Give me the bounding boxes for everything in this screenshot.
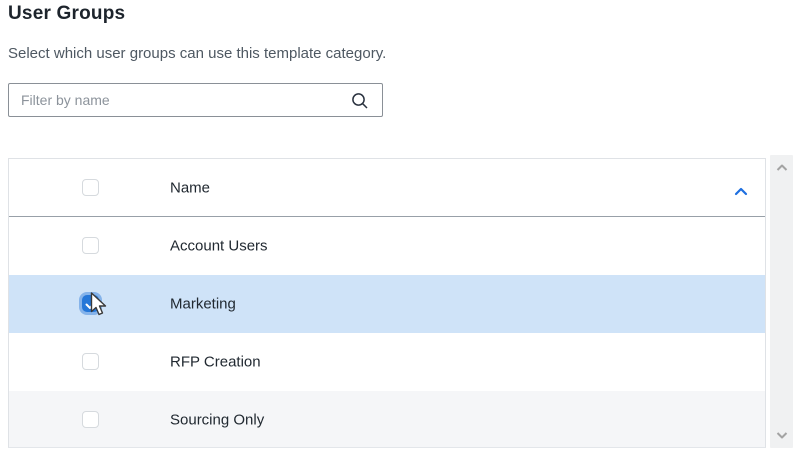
filter-box	[8, 83, 383, 117]
user-groups-table: Name Account Users Marketing RFP Creatio…	[8, 158, 766, 448]
row-checkbox[interactable]	[82, 237, 99, 254]
table-row[interactable]: Account Users	[9, 217, 765, 275]
table-row[interactable]: RFP Creation	[9, 333, 765, 391]
user-groups-scroll-area: Name Account Users Marketing RFP Creatio…	[8, 155, 793, 448]
page-subtitle: Select which user groups can use this te…	[8, 45, 387, 62]
table-header-row: Name	[9, 159, 765, 217]
row-name-label: RFP Creation	[170, 353, 261, 371]
table-row[interactable]: Sourcing Only	[9, 391, 765, 447]
row-checkbox[interactable]	[82, 295, 99, 312]
filter-by-name-input[interactable]	[9, 84, 382, 116]
select-all-checkbox[interactable]	[82, 178, 99, 196]
row-checkbox[interactable]	[82, 411, 99, 428]
sort-ascending-icon[interactable]	[734, 183, 748, 195]
row-name-label: Account Users	[170, 237, 268, 255]
row-name-label: Sourcing Only	[170, 411, 265, 429]
vertical-scrollbar[interactable]	[770, 155, 793, 448]
table-row[interactable]: Marketing	[9, 275, 765, 333]
user-groups-panel: User Groups Select which user groups can…	[0, 0, 795, 462]
row-checkbox[interactable]	[82, 353, 99, 370]
chevron-up-icon[interactable]	[770, 158, 793, 178]
search-icon	[350, 91, 370, 111]
name-column-header[interactable]: Name	[170, 179, 210, 196]
chevron-down-icon[interactable]	[770, 425, 793, 445]
page-title: User Groups	[8, 3, 126, 24]
row-name-label: Marketing	[170, 295, 236, 313]
